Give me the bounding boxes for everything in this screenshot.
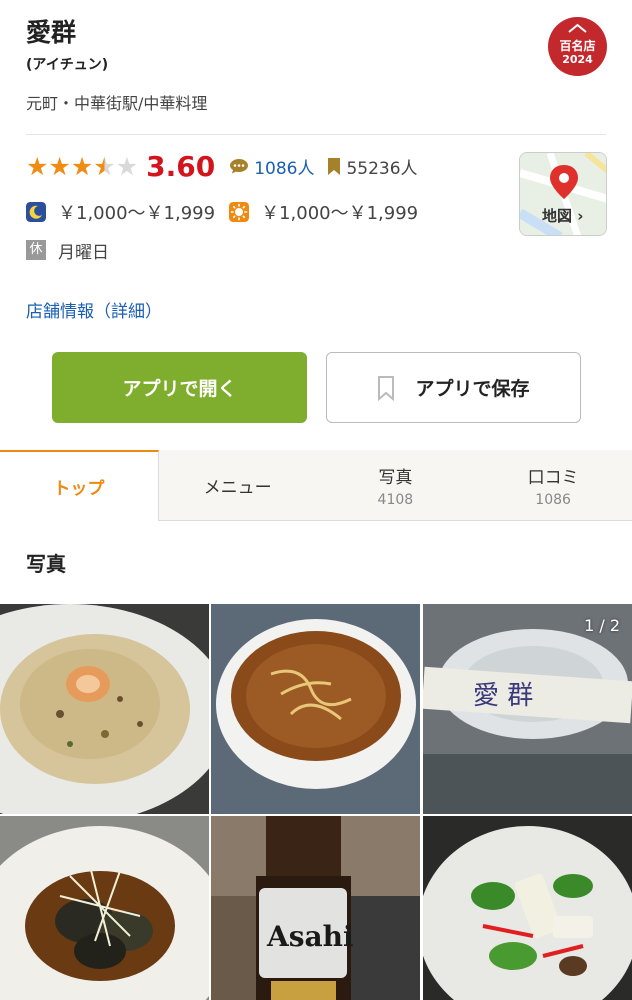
holiday-text: 月曜日 [58,242,109,263]
tab-top[interactable]: トップ [0,450,159,521]
photo-century-egg[interactable] [0,816,209,1000]
tab-reviews-count: 1086 [535,491,571,508]
review-count-link[interactable]: 1086人 [254,154,314,179]
tab-bar: トップ メニュー 写真 4108 口コミ 1086 [0,450,632,521]
svg-text:Asahi: Asahi [266,920,354,953]
tab-photos-count: 4108 [377,491,414,508]
tab-menu-label: メニュー [203,477,272,498]
star-icon: ★ [26,151,49,181]
photo-beer[interactable]: Asahi [211,816,420,1000]
photo-soup[interactable] [211,604,420,814]
star-icon: ★ [70,151,94,181]
star-rating: ★ ★ ★ ★ ★ [26,154,138,179]
tab-photos[interactable]: 写真 4108 [317,450,475,520]
gallery-counter: 1 / 2 [584,616,620,635]
holiday-icon: 休 [26,240,46,260]
price-row: ￥1,000〜￥1,999 ￥1,000〜￥1,999 [26,198,432,226]
divider [26,134,606,135]
shop-kana: (アイチュン) [26,57,109,73]
map-label: 地図 › [542,207,584,225]
lunch-price: ￥1,000〜￥1,999 [261,203,419,224]
store-detail-link[interactable]: 店舗情報（詳細） [26,297,162,322]
moon-icon [26,202,46,222]
tab-photos-label: 写真 [378,467,413,488]
bookmark-icon [328,157,341,175]
tab-reviews-label: 口コミ [527,467,579,488]
photo-grid: 愛 群 1 / 2 Asahi [0,604,632,1000]
open-in-app-label: アプリで開く [122,378,237,400]
save-count: 55236人 [346,158,418,179]
shop-name: 愛群 [26,18,77,47]
sun-icon [229,202,250,222]
roof-icon [568,23,587,33]
dinner-price: ￥1,000〜￥1,999 [58,203,216,224]
photo-fried-rice[interactable] [0,604,209,814]
bookmark-outline-icon [378,375,395,401]
shop-header: 愛群 (アイチュン) 元町・中華街駅/中華料理 [26,14,566,114]
photo-stir-fry[interactable] [423,816,632,1000]
star-half-icon: ★ [93,151,116,181]
save-in-app-label: アプリで保存 [415,378,530,400]
badge-title: 百名店 [559,39,596,53]
map-button[interactable]: 地図 › [519,152,607,236]
rating-row: ★ ★ ★ ★ ★ 3.60 1086人 55236人 [26,146,418,186]
save-in-app-button[interactable]: アプリで保存 [326,352,581,423]
svg-text:愛 群: 愛 群 [473,681,533,711]
star-empty-icon: ★ [115,151,139,181]
rating-score: 3.60 [146,149,216,183]
hyakumeiten-badge: 百名店 2024 [548,17,607,76]
photos-section-title: 写真 [26,552,66,576]
tab-menu[interactable]: メニュー [159,450,317,520]
review-bubble-icon [230,159,249,174]
holiday-row: 休 月曜日 [26,238,109,263]
tab-reviews[interactable]: 口コミ 1086 [474,450,632,520]
star-icon: ★ [48,151,71,181]
shop-area: 元町・中華街駅/中華料理 [26,94,208,113]
open-in-app-button[interactable]: アプリで開く [52,352,307,423]
photo-chopsticks[interactable]: 愛 群 1 / 2 [423,604,632,814]
tab-top-label: トップ [53,479,105,499]
badge-year: 2024 [562,53,593,66]
